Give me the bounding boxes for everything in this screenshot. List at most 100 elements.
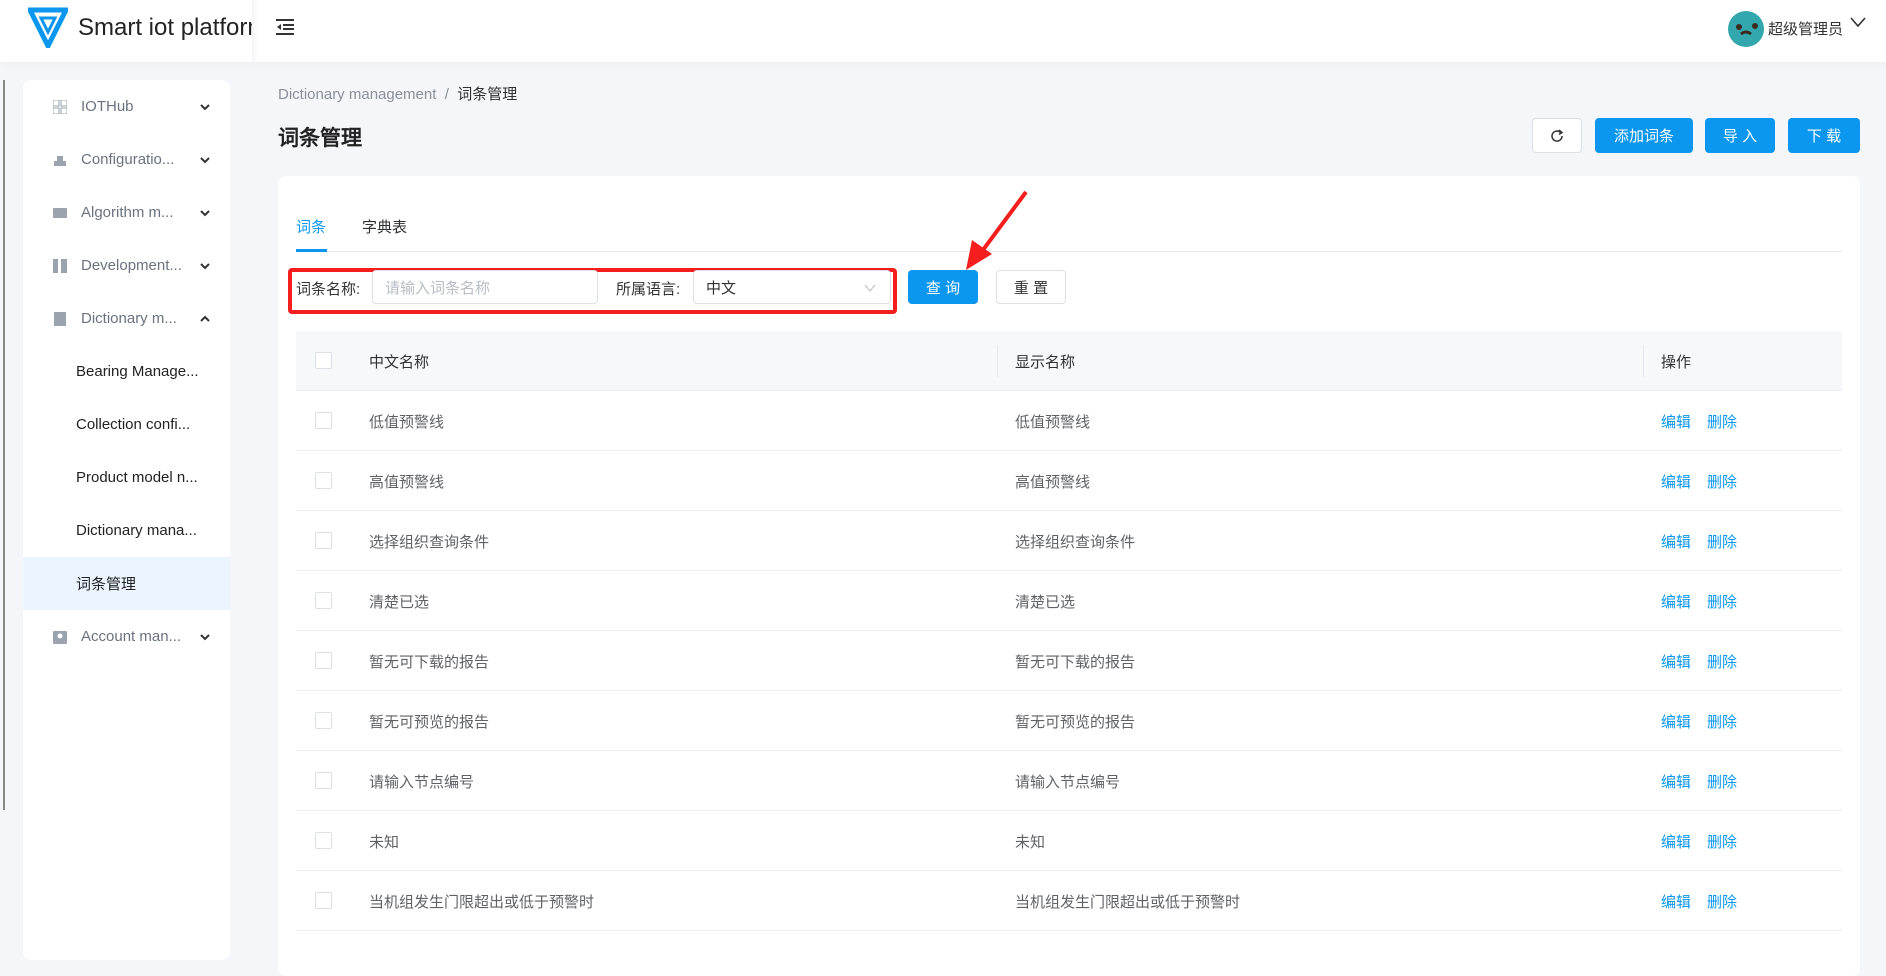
download-button[interactable]: 下 载	[1788, 118, 1860, 153]
language-value: 中文	[706, 279, 737, 297]
chinese-name-cell: 高值预警线	[369, 474, 445, 491]
breadcrumb: Dictionary management / 词条管理	[278, 83, 517, 104]
delete-link[interactable]: 删除	[1707, 594, 1737, 611]
actions-cell: 编辑 删除	[1661, 531, 1753, 552]
red-arrow-annotation	[966, 190, 1028, 270]
edit-link[interactable]: 编辑	[1661, 594, 1691, 611]
chinese-name-cell: 暂无可预览的报告	[369, 714, 490, 731]
sidebar-item[interactable]: IOTHub	[23, 80, 230, 133]
sidebar-item[interactable]: Bearing Manage...	[23, 345, 230, 398]
add-entry-button[interactable]: 添加词条	[1595, 118, 1693, 153]
edit-link[interactable]: 编辑	[1661, 414, 1691, 431]
delete-link[interactable]: 删除	[1707, 714, 1737, 731]
import-button[interactable]: 导 入	[1705, 118, 1775, 153]
display-name-cell: 清楚已选	[1015, 594, 1076, 611]
column-header-display-name: 显示名称	[1015, 354, 1076, 371]
chinese-name-cell: 选择组织查询条件	[369, 534, 490, 551]
actions-cell: 编辑 删除	[1661, 771, 1753, 792]
display-name-cell: 请输入节点编号	[1015, 774, 1121, 791]
sidebar-item-label: Configuratio...	[81, 151, 175, 168]
page-title: 词条管理	[278, 127, 362, 150]
tab-entries[interactable]: 词条	[296, 216, 326, 237]
breadcrumb-separator: /	[444, 86, 449, 103]
chinese-name-cell: 清楚已选	[369, 594, 430, 611]
refresh-button[interactable]	[1532, 118, 1582, 153]
column-header-actions: 操作	[1661, 354, 1692, 371]
sidebar-item[interactable]: Dictionary m...	[23, 292, 230, 345]
column-divider	[997, 345, 998, 377]
select-all-checkbox[interactable]	[315, 352, 332, 369]
table-row: 暂无可下载的报告 暂无可下载的报告 编辑 删除	[296, 631, 1842, 691]
config-icon	[54, 155, 66, 166]
chevron-down-icon	[200, 633, 210, 640]
edit-link[interactable]: 编辑	[1661, 774, 1691, 791]
sidebar-item[interactable]: Product model n...	[23, 451, 230, 504]
chinese-name-cell: 未知	[369, 834, 400, 851]
reset-button[interactable]: 重 置	[996, 270, 1066, 304]
entry-name-input[interactable]: 请输入词条名称	[372, 270, 598, 304]
collapse-menu-icon[interactable]	[274, 16, 296, 38]
edit-link[interactable]: 编辑	[1661, 534, 1691, 551]
sidebar-item[interactable]: Dictionary mana...	[23, 504, 230, 557]
delete-link[interactable]: 删除	[1707, 474, 1737, 491]
sidebar-item-label: IOTHub	[81, 98, 134, 115]
actions-cell: 编辑 删除	[1661, 651, 1753, 672]
sidebar: IOTHub Configuratio... Algorithm m... Devel…	[23, 80, 230, 960]
divider	[252, 0, 258, 62]
chinese-name-cell: 当机组发生门限超出或低于预警时	[369, 894, 595, 911]
actions-cell: 编辑 删除	[1661, 891, 1753, 912]
scrollbar[interactable]	[3, 80, 5, 810]
delete-link[interactable]: 删除	[1707, 414, 1737, 431]
sidebar-item-label: Development...	[81, 257, 182, 274]
row-checkbox[interactable]	[315, 772, 332, 789]
refresh-icon	[1551, 128, 1564, 142]
sidebar-item[interactable]: 词条管理	[23, 557, 230, 610]
display-name-cell: 当机组发生门限超出或低于预警时	[1015, 894, 1241, 911]
sidebar-item-label: Account man...	[81, 628, 182, 645]
top-header: Smart iot platform 超级管理员	[0, 0, 1886, 62]
row-checkbox[interactable]	[315, 412, 332, 429]
row-checkbox[interactable]	[315, 892, 332, 909]
chinese-name-cell: 低值预警线	[369, 414, 445, 431]
chevron-down-icon[interactable]	[1850, 14, 1866, 30]
actions-cell: 编辑 删除	[1661, 711, 1753, 732]
display-name-cell: 未知	[1015, 834, 1046, 851]
edit-link[interactable]: 编辑	[1661, 834, 1691, 851]
edit-link[interactable]: 编辑	[1661, 714, 1691, 731]
row-checkbox[interactable]	[315, 832, 332, 849]
breadcrumb-parent[interactable]: Dictionary management	[278, 86, 436, 103]
query-button[interactable]: 查 询	[908, 270, 978, 304]
sidebar-item-label: Dictionary m...	[81, 310, 177, 327]
table-row: 清楚已选 清楚已选 编辑 删除	[296, 571, 1842, 631]
edit-link[interactable]: 编辑	[1661, 474, 1691, 491]
language-select[interactable]: 中文	[693, 270, 891, 304]
row-checkbox[interactable]	[315, 652, 332, 669]
sidebar-item[interactable]: Configuratio...	[23, 133, 230, 186]
delete-link[interactable]: 删除	[1707, 894, 1737, 911]
dev-icon	[53, 258, 67, 273]
sidebar-item[interactable]: Account man...	[23, 610, 230, 663]
delete-link[interactable]: 删除	[1707, 534, 1737, 551]
row-checkbox[interactable]	[315, 712, 332, 729]
logo-icon	[28, 7, 68, 48]
sidebar-item[interactable]: Collection confi...	[23, 398, 230, 451]
sidebar-item[interactable]: Development...	[23, 239, 230, 292]
actions-cell: 编辑 删除	[1661, 591, 1753, 612]
actions-cell: 编辑 删除	[1661, 471, 1753, 492]
edit-link[interactable]: 编辑	[1661, 894, 1691, 911]
delete-link[interactable]: 删除	[1707, 834, 1737, 851]
chinese-name-cell: 请输入节点编号	[369, 774, 475, 791]
row-checkbox[interactable]	[315, 592, 332, 609]
avatar[interactable]	[1728, 11, 1764, 47]
sidebar-item-label: 词条管理	[76, 576, 137, 593]
delete-link[interactable]: 删除	[1707, 654, 1737, 671]
display-name-cell: 高值预警线	[1015, 474, 1091, 491]
tab-dictionary-table[interactable]: 字典表	[362, 216, 407, 237]
row-checkbox[interactable]	[315, 532, 332, 549]
edit-link[interactable]: 编辑	[1661, 654, 1691, 671]
delete-link[interactable]: 删除	[1707, 774, 1737, 791]
actions-cell: 编辑 删除	[1661, 831, 1753, 852]
row-checkbox[interactable]	[315, 472, 332, 489]
sidebar-item[interactable]: Algorithm m...	[23, 186, 230, 239]
user-name[interactable]: 超级管理员	[1768, 18, 1843, 39]
